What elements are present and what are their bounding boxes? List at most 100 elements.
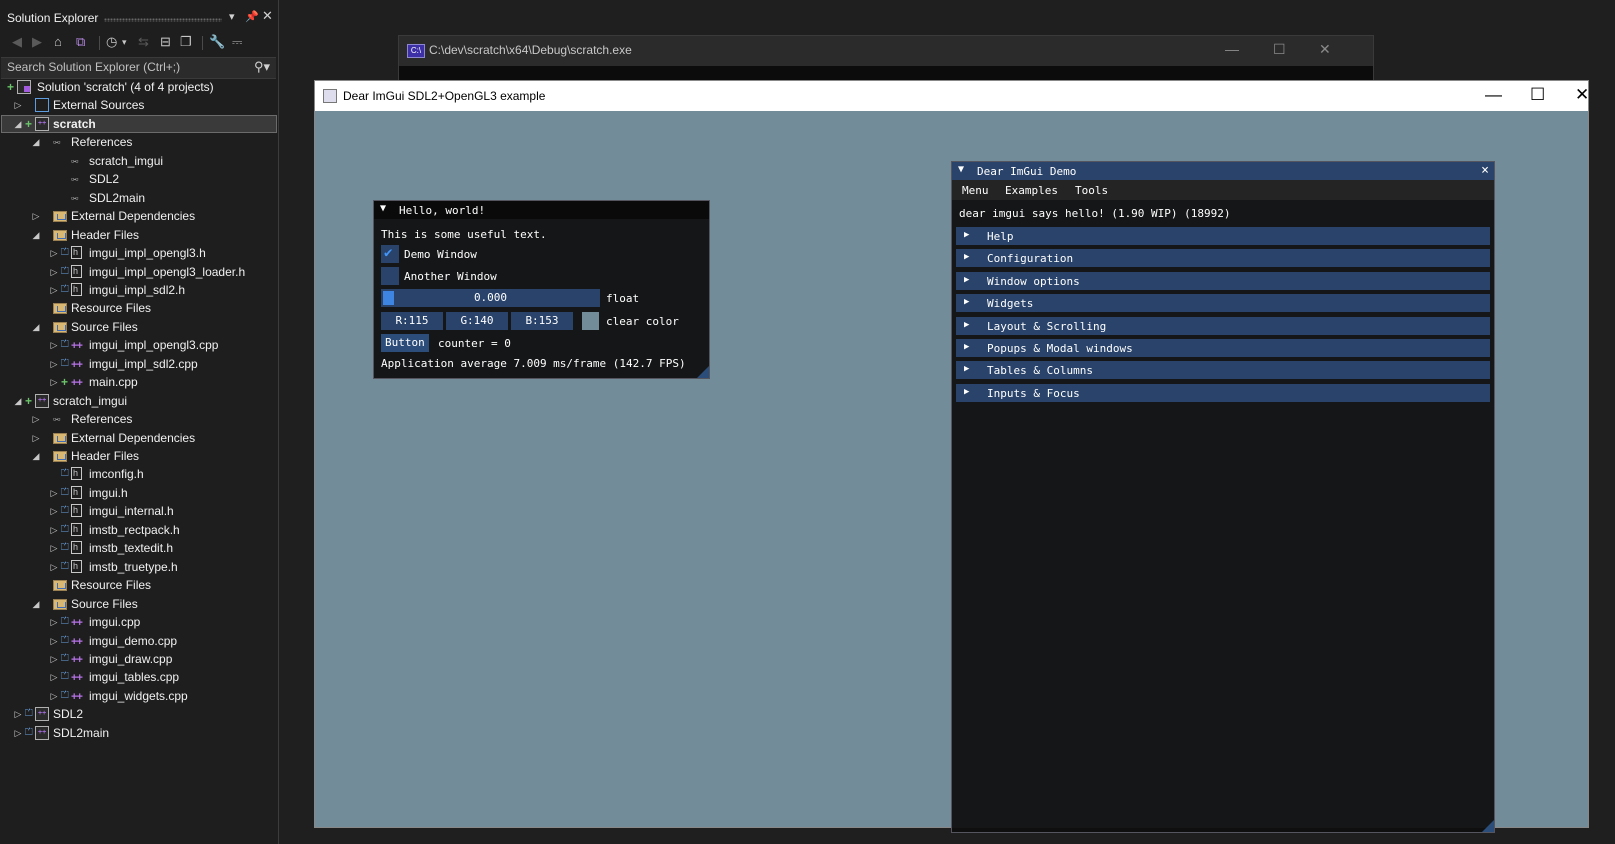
sync-icon[interactable]: ⇆	[138, 34, 149, 50]
collapsing-header[interactable]: ▶ Window options	[956, 271, 1490, 290]
resize-grip[interactable]	[697, 366, 709, 378]
tree-item[interactable]: ▫-▫ SDL2	[1, 170, 277, 188]
tree-item[interactable]: ▫-▫ scratch_imgui	[1, 152, 277, 170]
collapsed-arrow-icon[interactable]: ▷	[31, 410, 41, 428]
tree-item[interactable]: ▷ ⏍ + + imgui_tables.cpp	[1, 668, 277, 686]
hello-titlebar[interactable]: ▼ Hello, world!	[374, 201, 709, 219]
collapsing-header[interactable]: ▶ Layout & Scrolling	[956, 316, 1490, 335]
collapsed-arrow-icon[interactable]: ▷	[31, 429, 41, 447]
tree-item[interactable]: ▷⏍ imstb_rectpack.h	[1, 520, 277, 539]
search-icon[interactable]: ⚲▾	[254, 59, 270, 75]
tree-item[interactable]: ⏍ imconfig.h	[1, 464, 277, 483]
forward-icon[interactable]: ▶	[32, 34, 42, 50]
expanded-arrow-icon[interactable]: ◢	[13, 115, 23, 133]
tree-item[interactable]: ▷ ⏍ + + imgui_impl_opengl3.cpp	[1, 336, 277, 354]
home-icon[interactable]: ⌂	[54, 34, 62, 49]
collapse-arrow-icon[interactable]: ▼	[380, 203, 386, 214]
collapsing-header[interactable]: ▶ Tables & Columns	[956, 361, 1490, 380]
maximize-icon[interactable]: ☐	[1530, 85, 1545, 105]
tree-item[interactable]: ▷ ⏍ + + imgui_draw.cpp	[1, 650, 277, 668]
collapsed-arrow-icon[interactable]: ▷	[49, 244, 59, 262]
demo-window-checkbox[interactable]	[381, 245, 399, 263]
collapsed-arrow-icon[interactable]: ▷	[49, 687, 59, 705]
minimize-icon[interactable]: —	[1485, 85, 1502, 105]
minimize-icon[interactable]: —	[1225, 41, 1239, 57]
collapsing-header[interactable]: ▶ Configuration	[956, 249, 1490, 268]
tree-item[interactable]: ▷⏍ imgui_internal.h	[1, 501, 277, 520]
collapse-arrow-icon[interactable]: ▼	[958, 164, 964, 175]
tree-item[interactable]: ◢ ▫-▫ References	[1, 133, 277, 151]
tree-item[interactable]: Resource Files	[1, 576, 277, 594]
collapsed-arrow-icon[interactable]: ▷	[49, 521, 59, 539]
tree-item[interactable]: Resource Files	[1, 299, 277, 317]
tree-item[interactable]: ▷ ⏍ + + imgui_impl_sdl2.cpp	[1, 355, 277, 373]
expanded-arrow-icon[interactable]: ◢	[31, 318, 41, 336]
tree-item[interactable]: ▷⏍ imstb_textedit.h	[1, 538, 277, 557]
collapsed-arrow-icon[interactable]: ▷	[49, 502, 59, 520]
tree-item[interactable]: ◢ Source Files	[1, 595, 277, 613]
tree-item[interactable]: ▷⏍ imgui.h	[1, 483, 277, 502]
tree-item[interactable]: ▷⏍ imgui_impl_opengl3_loader.h	[1, 262, 277, 281]
tree-item[interactable]: ▷⏍ SDL2	[1, 705, 277, 723]
menu-examples[interactable]: Examples	[1005, 184, 1058, 197]
close-icon[interactable]: ×	[1481, 163, 1489, 178]
tree-item[interactable]: ▷ External Dependencies	[1, 429, 277, 447]
pin-icon[interactable]: 📌	[245, 10, 259, 23]
tree-item[interactable]: ▷⏍ imstb_truetype.h	[1, 557, 277, 576]
collapsed-arrow-icon[interactable]: ▷	[49, 373, 59, 391]
tree-item[interactable]: ▫-▫ SDL2main	[1, 189, 277, 207]
back-icon[interactable]: ◀	[12, 34, 22, 50]
tree-item[interactable]: ◢+ scratch_imgui	[1, 392, 277, 410]
expanded-arrow-icon[interactable]: ◢	[31, 133, 41, 151]
collapsed-arrow-icon[interactable]: ▷	[49, 558, 59, 576]
tree-item[interactable]: ◢ Header Files	[1, 447, 277, 465]
collapsing-header[interactable]: ▶ Popups & Modal windows	[956, 339, 1490, 357]
collapsing-header[interactable]: ▶ Widgets	[956, 294, 1490, 313]
collapse-all-icon[interactable]: ⊟	[160, 34, 171, 50]
collapsing-header[interactable]: ▶ Inputs & Focus	[956, 383, 1490, 402]
collapsed-arrow-icon[interactable]: ▷	[49, 632, 59, 650]
maximize-icon[interactable]: ☐	[1273, 41, 1286, 58]
collapsed-arrow-icon[interactable]: ▷	[49, 539, 59, 557]
properties-icon[interactable]: 🔧	[209, 34, 225, 50]
expanded-arrow-icon[interactable]: ◢	[31, 447, 41, 465]
history-icon[interactable]: ◷	[106, 34, 117, 50]
counter-button[interactable]: Button	[381, 334, 429, 352]
drag-grip[interactable]	[104, 18, 222, 22]
show-all-files-icon[interactable]: ❐	[180, 34, 192, 50]
collapsed-arrow-icon[interactable]: ▷	[49, 336, 59, 354]
close-icon[interactable]: ✕	[1319, 41, 1331, 58]
collapsed-arrow-icon[interactable]: ▷	[49, 484, 59, 502]
tree-item[interactable]: + Solution 'scratch' (4 of 4 projects)	[1, 78, 277, 96]
expanded-arrow-icon[interactable]: ◢	[31, 226, 41, 244]
color-swatch[interactable]	[582, 312, 599, 330]
collapsed-arrow-icon[interactable]: ▷	[13, 724, 23, 742]
resize-grip[interactable]	[1482, 820, 1494, 832]
collapsed-arrow-icon[interactable]: ▷	[31, 207, 41, 225]
color-b-drag[interactable]: B:153	[511, 312, 573, 330]
tree-item[interactable]: ▷ + + + main.cpp	[1, 373, 277, 391]
vs-switch-icon[interactable]: ⧉	[76, 34, 85, 50]
collapsed-arrow-icon[interactable]: ▷	[13, 705, 23, 723]
collapsed-arrow-icon[interactable]: ▷	[49, 263, 59, 281]
tree-item[interactable]: ▷⏍ imgui_impl_opengl3.h	[1, 243, 277, 262]
tree-item[interactable]: ▷⏍ SDL2main	[1, 724, 277, 742]
collapsed-arrow-icon[interactable]: ▷	[49, 613, 59, 631]
tree-item[interactable]: ▷ ⏍ + + imgui_demo.cpp	[1, 632, 277, 650]
collapsed-arrow-icon[interactable]: ▷	[49, 355, 59, 373]
dropdown-icon[interactable]: ▾	[229, 10, 235, 23]
tree-item[interactable]: ▷ External Sources	[1, 96, 277, 114]
collapsing-header[interactable]: ▶ Help	[956, 227, 1490, 245]
tree-item[interactable]: ▷ External Dependencies	[1, 207, 277, 225]
float-slider[interactable]: 0.000	[381, 289, 600, 307]
color-r-drag[interactable]: R:115	[381, 312, 443, 330]
chevron-down-icon[interactable]: ▾	[122, 37, 127, 48]
menu-menu[interactable]: Menu	[962, 184, 989, 197]
preview-icon[interactable]: ⎓	[232, 34, 242, 50]
close-icon[interactable]: ✕	[1575, 85, 1589, 105]
collapsed-arrow-icon[interactable]: ▷	[13, 96, 23, 114]
tree-item[interactable]: ▷ ▫-▫ References	[1, 410, 277, 428]
expanded-arrow-icon[interactable]: ◢	[31, 595, 41, 613]
tree-item[interactable]: ▷ ⏍ + + imgui.cpp	[1, 613, 277, 631]
tree-item[interactable]: ◢ Header Files	[1, 226, 277, 244]
